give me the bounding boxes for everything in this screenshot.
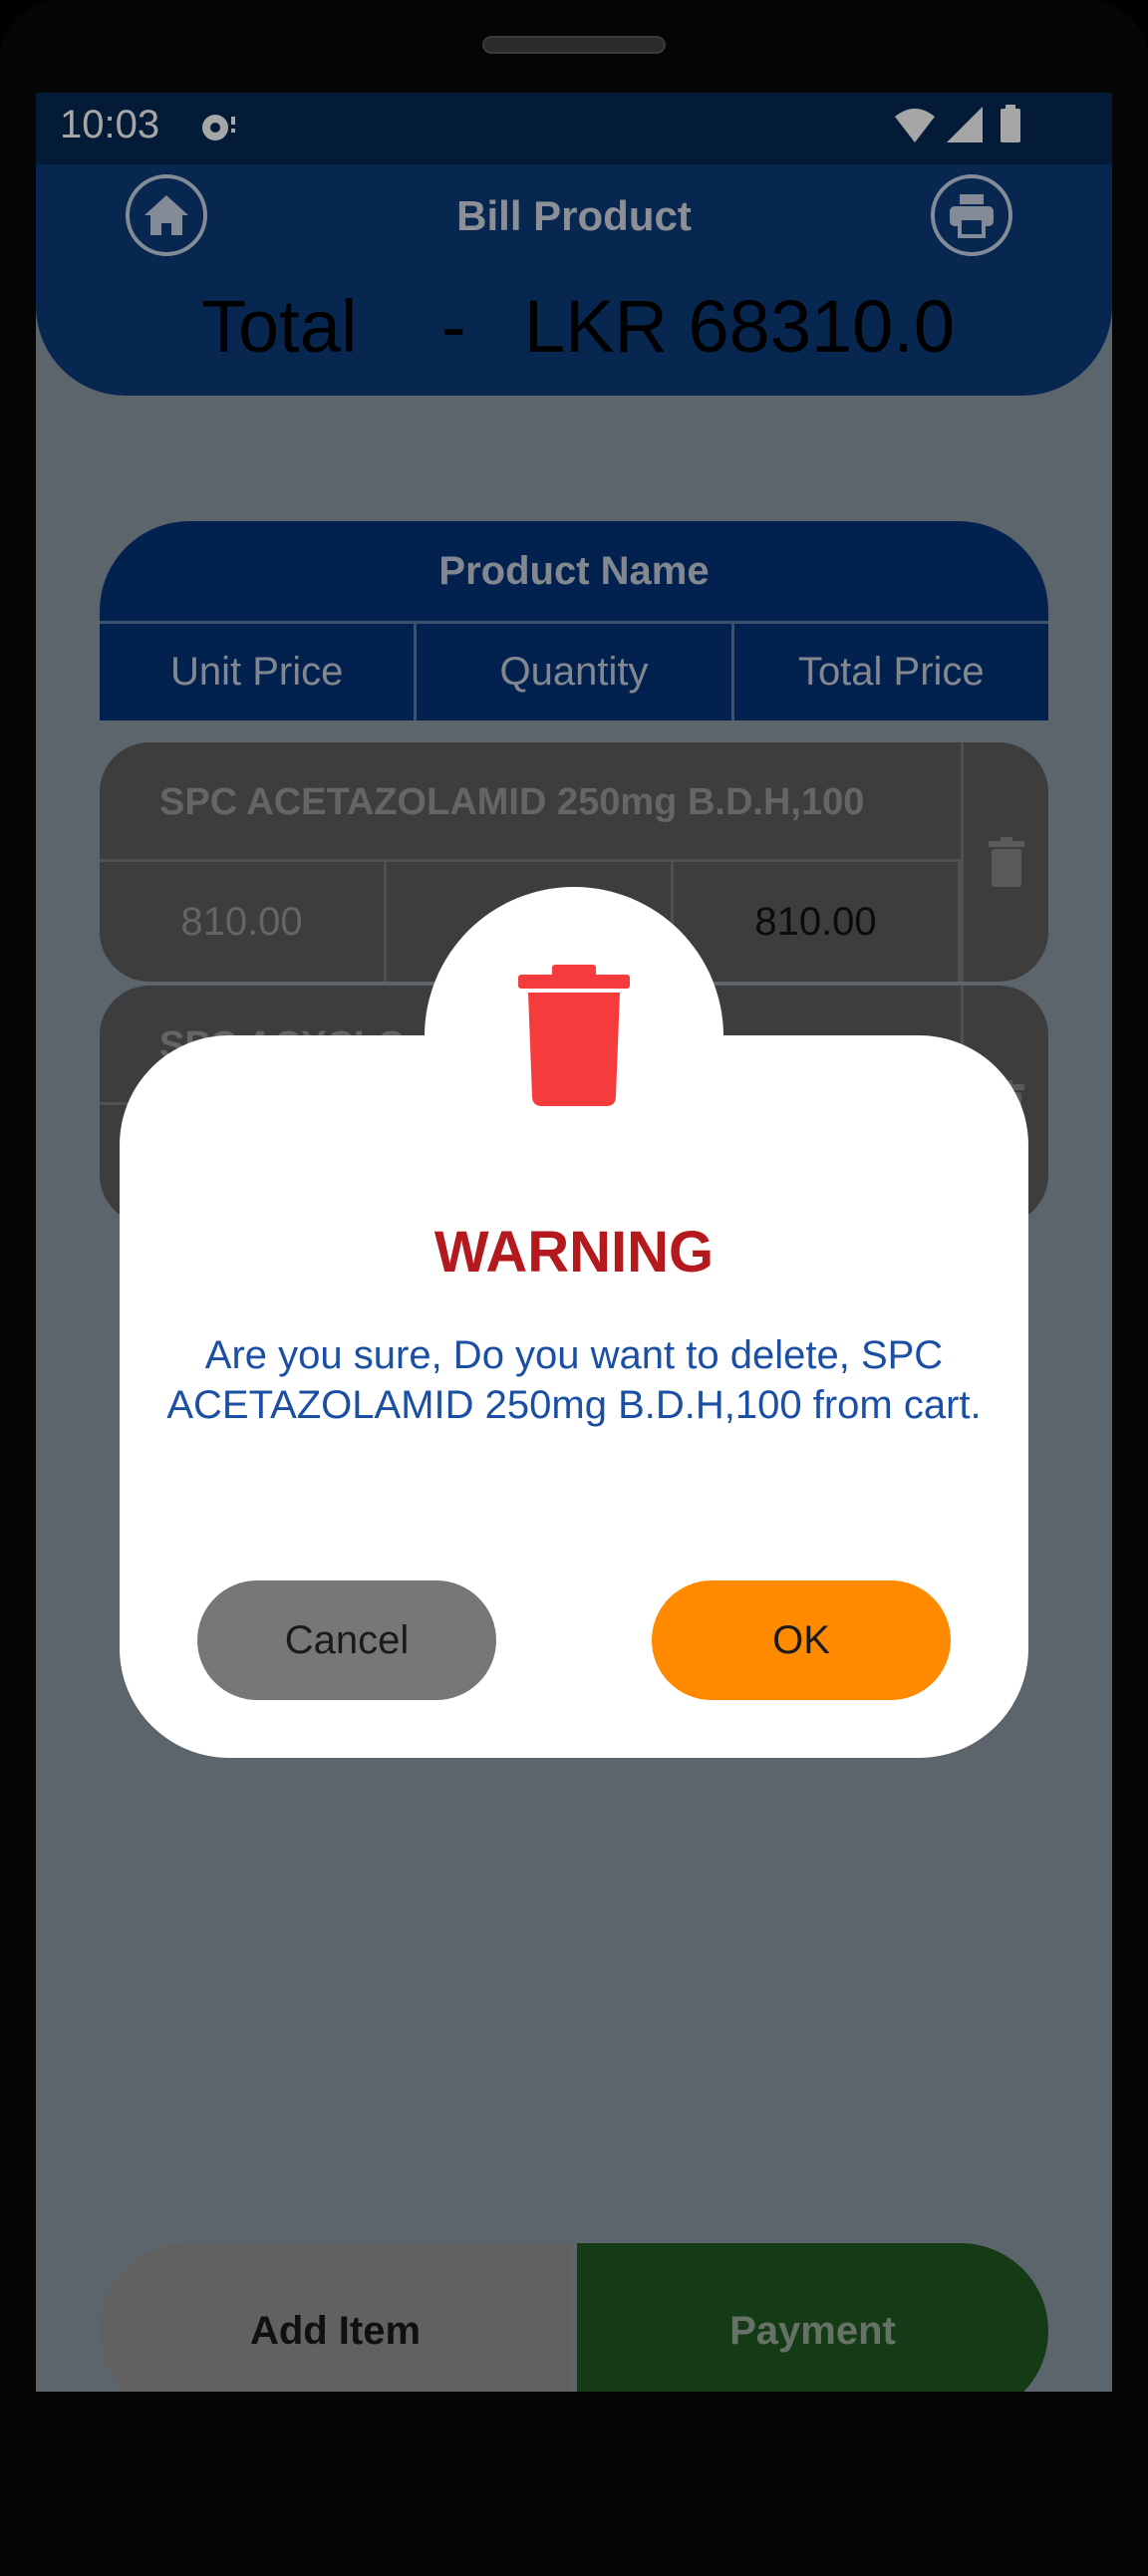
phone-frame: 10:03 Bill Product Total - LKR 68310.0 P… [0,0,1148,2576]
bottom-bezel [0,2392,1148,2576]
delete-trash-icon [518,965,630,1106]
speaker-grille [482,36,666,54]
dialog-title: WARNING [433,1220,715,1285]
dialog-message: Are you sure, Do you want to delete, SPC… [166,1333,982,1427]
cancel-button[interactable]: Cancel [197,1580,496,1700]
app-screen: 10:03 Bill Product Total - LKR 68310.0 P… [36,93,1112,2484]
ok-button[interactable]: OK [652,1580,951,1700]
